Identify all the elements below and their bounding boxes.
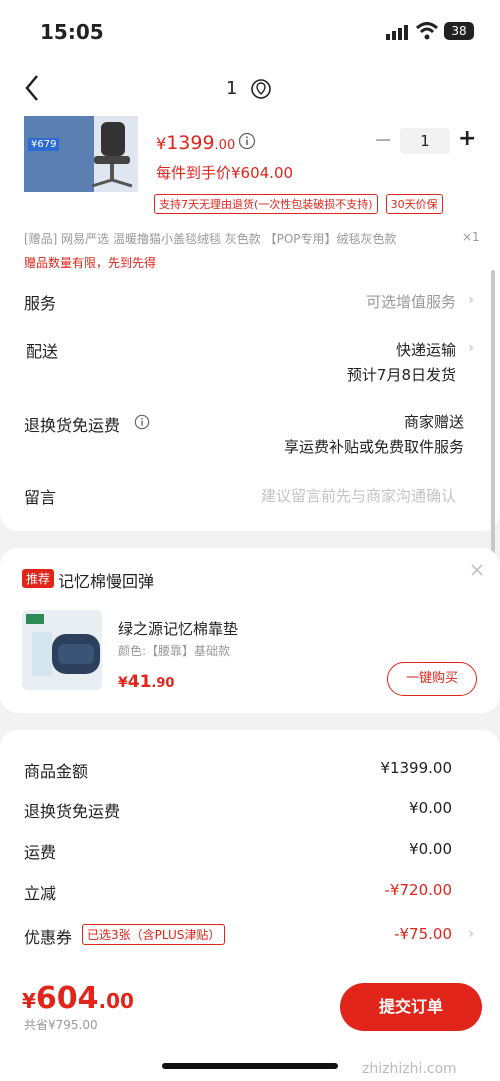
price-decimal: .00 xyxy=(214,138,236,153)
price-symbol: ¥ xyxy=(156,134,167,153)
gift-count: ×1 xyxy=(462,230,480,244)
page-title: 1 xyxy=(226,78,238,99)
recommend-title: 记忆棉慢回弹 xyxy=(58,572,155,591)
price-symbol: ¥ xyxy=(22,989,36,1013)
home-indicator xyxy=(162,1063,338,1069)
price-integer: 604 xyxy=(35,981,99,1016)
recommend-card: 推荐 记忆棉慢回弹 绿之源记忆棉靠垫 颜色:【腰靠】基础款 ¥41.90 一键购… xyxy=(0,548,500,713)
product-tags: 支持7天无理由退货(一次性包装破损不支持) 30天价保 xyxy=(154,194,443,214)
return-sub: 享运费补贴或免费取件服务 xyxy=(283,438,464,456)
each-price-label: 每件到手价¥604.00 xyxy=(156,164,294,182)
delivery-value: 快递运输 xyxy=(395,341,456,359)
coupon-value: -¥75.00 xyxy=(394,925,452,943)
return-label: 退换货免运费 xyxy=(24,416,121,435)
service-value: 可选增值服务 xyxy=(365,293,456,311)
quantity-input[interactable]: 1 xyxy=(400,128,450,154)
price-decimal: .00 xyxy=(98,989,134,1013)
battery-icon: 38 xyxy=(444,22,474,40)
status-bar: 15:05 38 xyxy=(0,0,500,60)
delivery-label: 配送 xyxy=(26,342,59,361)
saved-amount: 共省¥795.00 xyxy=(24,1018,98,1032)
wifi-icon xyxy=(415,22,439,44)
service-label: 服务 xyxy=(24,294,57,313)
discount-value: -¥720.00 xyxy=(384,881,452,899)
thumb-price: ¥679 xyxy=(28,138,60,151)
battery-level: 38 xyxy=(451,24,467,38)
buy-now-button[interactable]: 一键购买 xyxy=(387,662,477,696)
price-protect-tag: 30天价保 xyxy=(385,194,443,214)
bottom-bar: ¥604.00 共省¥795.00 提交订单 zhizhizhi.com xyxy=(0,965,500,1081)
chevron-right-icon: › xyxy=(468,340,474,356)
return-value: 商家赠送 xyxy=(403,413,464,431)
message-input[interactable]: 建议留言前先与商家沟通确认 xyxy=(261,485,456,506)
info-icon[interactable] xyxy=(134,414,150,434)
submit-order-button[interactable]: 提交订单 xyxy=(340,983,482,1031)
return-policy-tag: 支持7天无理由退货(一次性包装破损不支持) xyxy=(154,194,378,214)
order-card: ¥679 ¥1399.00 − 1 + 每件到手价¥604.00 支持7天无理由… xyxy=(0,116,500,531)
plus-button[interactable]: + xyxy=(458,126,476,151)
service-row[interactable]: 服务 可选增值服务 › xyxy=(0,286,500,316)
shipping-value: ¥0.00 xyxy=(409,840,452,858)
goods-amount-label: 商品金额 xyxy=(24,762,89,781)
close-icon[interactable] xyxy=(470,562,484,581)
recommend-item-name: 绿之源记忆棉靠垫 xyxy=(118,620,239,638)
return-fee-label: 退换货免运费 xyxy=(24,802,121,821)
recommend-price: ¥41.90 xyxy=(118,672,174,692)
signal-icon xyxy=(386,24,410,44)
message-row[interactable]: 留言 建议留言前先与商家沟通确认 xyxy=(0,480,500,510)
delivery-row[interactable]: 配送 快递运输 › 预计7月8日发货 xyxy=(0,336,500,388)
recommend-badge: 推荐 xyxy=(22,569,55,588)
chevron-right-icon: › xyxy=(468,292,474,308)
return-fee-row[interactable]: 退换货免运费 商家赠送 享运费补贴或免费取件服务 xyxy=(0,408,500,462)
location-icon[interactable] xyxy=(250,78,272,104)
info-icon[interactable] xyxy=(238,132,256,154)
back-icon[interactable] xyxy=(24,74,40,106)
minus-button[interactable]: − xyxy=(374,128,392,153)
recommend-item-spec: 颜色:【腰靠】基础款 xyxy=(118,644,231,658)
coupon-label: 优惠券 xyxy=(24,928,73,947)
price-decimal: .90 xyxy=(151,676,175,691)
price-integer: 41 xyxy=(127,672,152,692)
product-price: ¥1399.00 xyxy=(156,132,235,154)
return-fee-value: ¥0.00 xyxy=(409,799,452,817)
goods-amount-value: ¥1399.00 xyxy=(380,759,452,777)
chevron-right-icon: › xyxy=(468,926,474,942)
gift-text: [赠品] 网易严选 温暖撸猫小盖毯绒毯 灰色款 【POP专用】绒毯灰色款 xyxy=(24,232,397,246)
discount-label: 立减 xyxy=(24,884,57,903)
status-time: 15:05 xyxy=(40,20,104,44)
price-integer: 1399 xyxy=(166,132,215,154)
price-summary-card: 商品金额 ¥1399.00 退换货免运费 ¥0.00 运费 ¥0.00 立减 -… xyxy=(0,730,500,990)
recommend-thumbnail[interactable] xyxy=(22,610,102,690)
total-price: ¥604.00 xyxy=(22,981,134,1016)
watermark: zhizhizhi.com xyxy=(362,1061,457,1077)
coupon-row[interactable]: 优惠券 已选3张（含PLUS津贴） -¥75.00 › xyxy=(0,920,500,950)
message-label: 留言 xyxy=(24,488,57,507)
coupon-tag: 已选3张（含PLUS津贴） xyxy=(82,924,226,945)
nav-bar: 1 xyxy=(0,60,500,116)
price-symbol: ¥ xyxy=(118,675,128,691)
delivery-date: 预计7月8日发货 xyxy=(346,366,456,384)
shipping-label: 运费 xyxy=(24,843,57,862)
gift-notice: 赠品数量有限，先到先得 xyxy=(24,256,157,270)
product-thumbnail[interactable]: ¥679 xyxy=(24,116,138,192)
